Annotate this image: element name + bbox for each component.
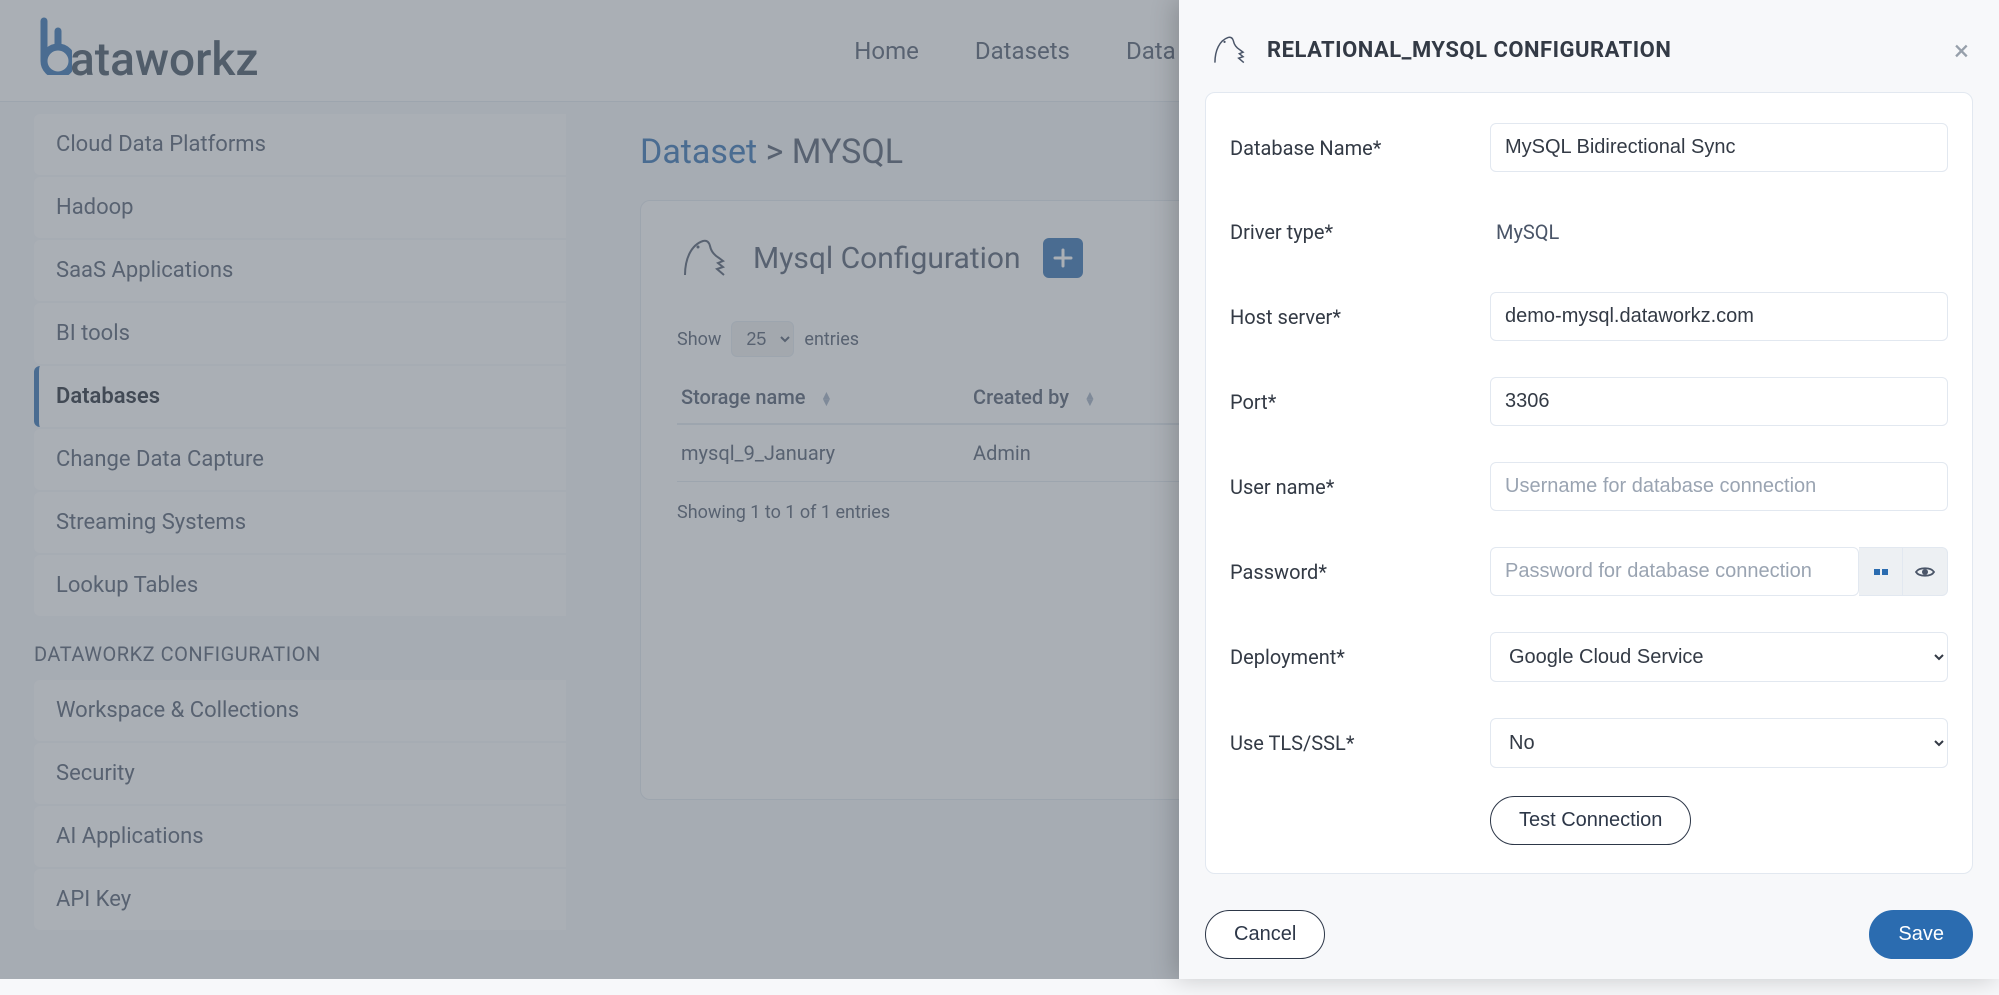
input-password[interactable]	[1490, 547, 1859, 596]
label-host: Host server*	[1230, 305, 1490, 329]
close-icon[interactable]: ×	[1954, 34, 1969, 67]
input-host[interactable]	[1490, 292, 1948, 341]
cancel-button[interactable]: Cancel	[1205, 910, 1325, 959]
label-password: Password*	[1230, 560, 1490, 584]
mysql-icon	[1209, 30, 1249, 70]
password-key-icon[interactable]	[1859, 547, 1904, 596]
select-tls[interactable]: No	[1490, 718, 1948, 768]
label-deployment: Deployment*	[1230, 645, 1490, 669]
panel-title: RELATIONAL_MYSQL CONFIGURATION	[1267, 38, 1671, 63]
input-user[interactable]	[1490, 462, 1948, 511]
label-port: Port*	[1230, 390, 1490, 414]
label-user: User name*	[1230, 475, 1490, 499]
label-tls: Use TLS/SSL*	[1230, 731, 1490, 755]
config-panel: RELATIONAL_MYSQL CONFIGURATION × Databas…	[1179, 0, 1999, 979]
select-deployment[interactable]: Google Cloud Service	[1490, 632, 1948, 682]
test-connection-button[interactable]: Test Connection	[1490, 796, 1691, 845]
password-visibility-icon[interactable]	[1903, 547, 1948, 596]
value-driver: MySQL	[1490, 208, 1948, 256]
input-db-name[interactable]	[1490, 123, 1948, 172]
label-driver: Driver type*	[1230, 220, 1490, 244]
input-port[interactable]	[1490, 377, 1948, 426]
save-button[interactable]: Save	[1869, 910, 1973, 959]
label-db-name: Database Name*	[1230, 136, 1490, 160]
